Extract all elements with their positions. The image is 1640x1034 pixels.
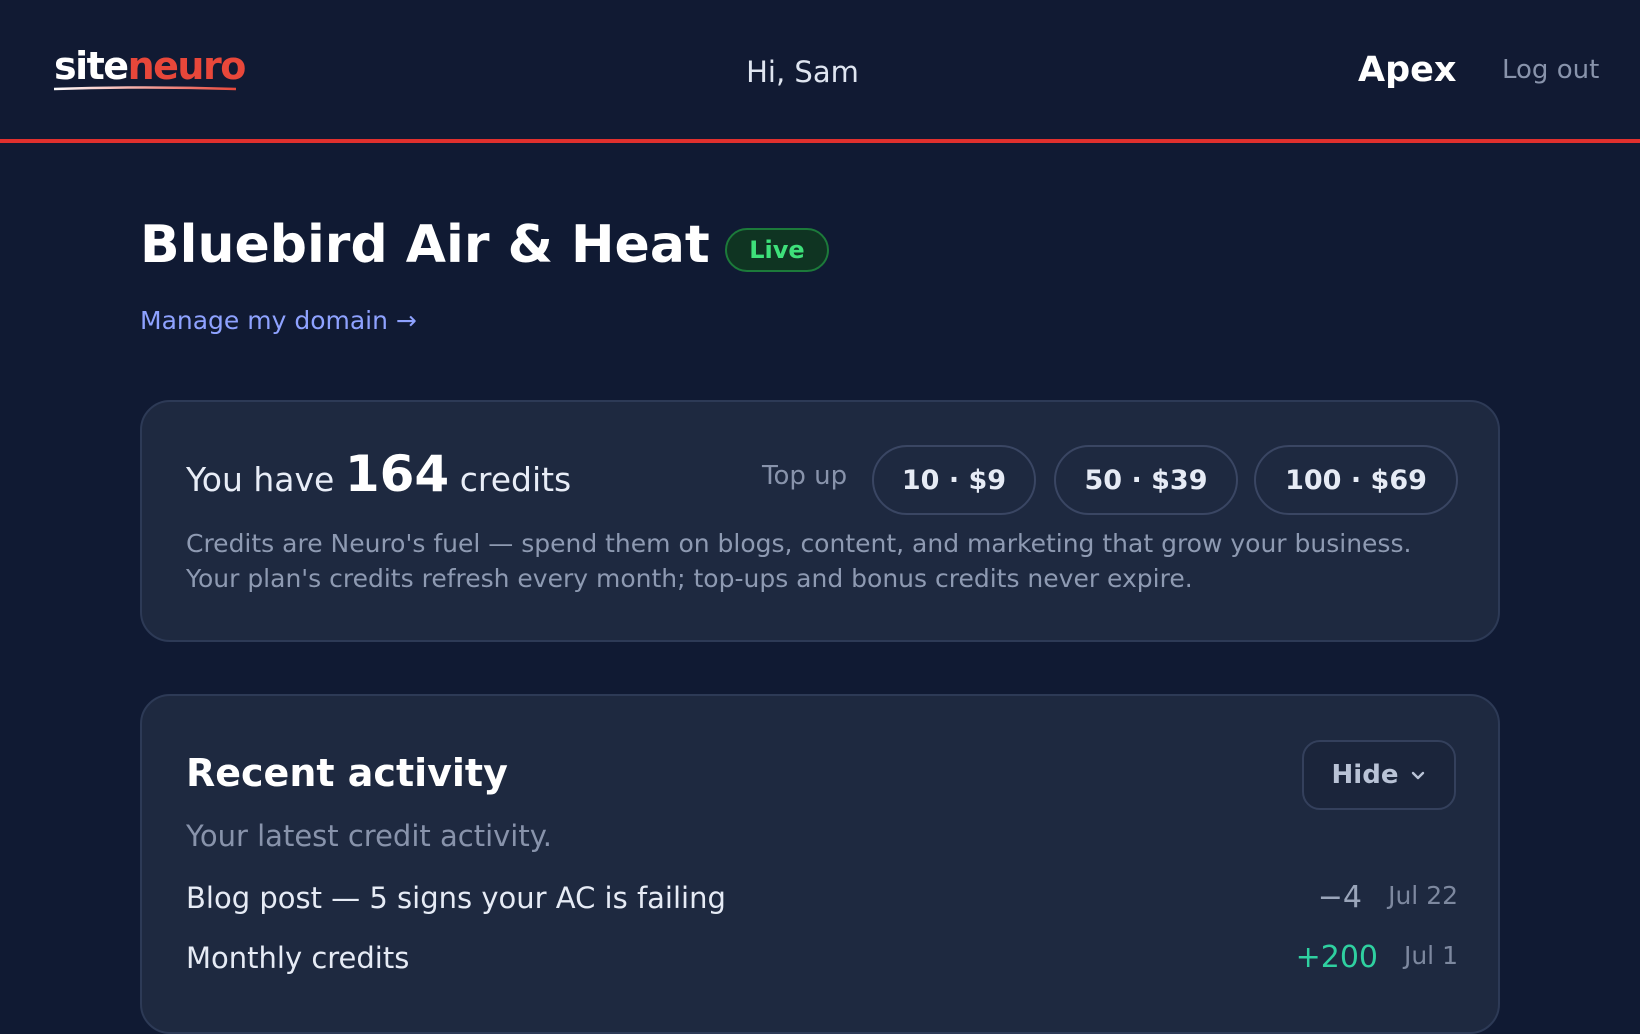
- hide-activity-button[interactable]: Hide: [1302, 740, 1456, 810]
- activity-subtitle: Your latest credit activity.: [186, 819, 552, 853]
- activity-label: Monthly credits: [186, 941, 410, 975]
- credits-description: Credits are Neuro's fuel — spend them on…: [186, 529, 1412, 593]
- activity-title: Recent activity: [186, 751, 508, 795]
- activity-date: Jul 22: [1388, 881, 1458, 910]
- topup-label: Top up: [762, 461, 848, 491]
- credits-card: You have 164 credits Top up 10 · $9 50 ·…: [140, 400, 1500, 642]
- activity-amount: +200: [1295, 940, 1378, 975]
- top-bar: siteneuro Hi, Sam Apex Log out: [0, 0, 1640, 143]
- logout-link[interactable]: Log out: [1502, 52, 1599, 88]
- activity-date: Jul 1: [1403, 941, 1458, 970]
- topup-100-button[interactable]: 100 · $69: [1254, 445, 1458, 515]
- credits-count: 164: [344, 445, 450, 503]
- activity-row: Monthly credits +200 Jul 1: [186, 936, 1458, 980]
- activity-amount: −4: [1317, 880, 1362, 915]
- business-title: Bluebird Air & Heat: [140, 215, 710, 275]
- chevron-down-icon: [1412, 771, 1425, 780]
- topup-10-button[interactable]: 10 · $9: [872, 445, 1036, 515]
- credits-summary: You have 164 credits: [186, 445, 572, 503]
- topup-50-button[interactable]: 50 · $39: [1054, 445, 1238, 515]
- plan-name: Apex: [1358, 50, 1457, 90]
- activity-card: Recent activity Hide Your latest credit …: [140, 694, 1500, 1034]
- status-badge: Live: [725, 228, 829, 272]
- activity-row: Blog post — 5 signs your AC is failing −…: [186, 876, 1458, 920]
- activity-label: Blog post — 5 signs your AC is failing: [186, 881, 726, 915]
- manage-domain-link[interactable]: Manage my domain →: [140, 304, 417, 338]
